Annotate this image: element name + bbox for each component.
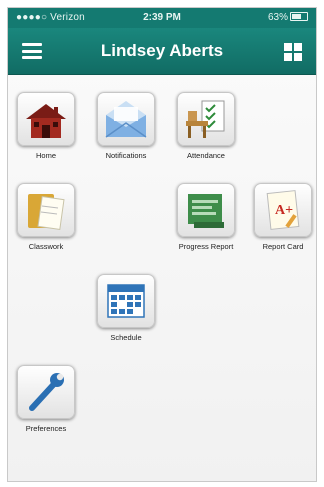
battery-status: 63%	[268, 12, 308, 23]
tile-label: Attendance	[187, 151, 225, 160]
tile-progress-report[interactable]: Progress Report	[167, 183, 245, 251]
tile-label: Classwork	[28, 242, 64, 251]
tile-report-card[interactable]: A+ Report Card	[244, 183, 316, 251]
tile-label: Preferences	[25, 424, 67, 433]
tile-label: Notifications	[105, 151, 147, 160]
tile-label: Progress Report	[178, 242, 234, 251]
battery-percent: 63%	[267, 12, 288, 23]
page-title: Lindsey Aberts	[100, 41, 224, 60]
desk-checklist-icon	[177, 92, 235, 146]
house-icon	[17, 92, 75, 146]
calendar-icon	[97, 274, 155, 328]
tile-preferences[interactable]: Preferences	[8, 365, 85, 433]
nav-bar: Lindsey Aberts	[8, 28, 316, 75]
tile-label: Schedule	[110, 333, 142, 342]
envelope-icon	[97, 92, 155, 146]
grid-icon[interactable]	[284, 43, 302, 61]
tile-schedule[interactable]: Schedule	[87, 274, 165, 342]
battery-icon	[290, 12, 308, 21]
progress-report-icon	[177, 183, 235, 237]
tile-home[interactable]: Home	[8, 92, 85, 160]
tile-classwork[interactable]: Classwork	[8, 183, 85, 251]
svg-text:A+: A+	[275, 203, 293, 218]
tile-notifications[interactable]: Notifications	[87, 92, 165, 160]
tile-attendance[interactable]: Attendance	[167, 92, 245, 160]
wrench-icon	[17, 365, 75, 419]
graded-paper-icon: A+	[254, 183, 312, 237]
folder-paper-icon	[17, 183, 75, 237]
phone-screen: ●●●●○ Verizon 2:39 PM 63% Lindsey Aberts…	[7, 7, 317, 482]
status-bar: ●●●●○ Verizon 2:39 PM 63%	[8, 8, 316, 28]
tile-label: Report Card	[262, 242, 304, 251]
tile-label: Home	[35, 151, 56, 160]
